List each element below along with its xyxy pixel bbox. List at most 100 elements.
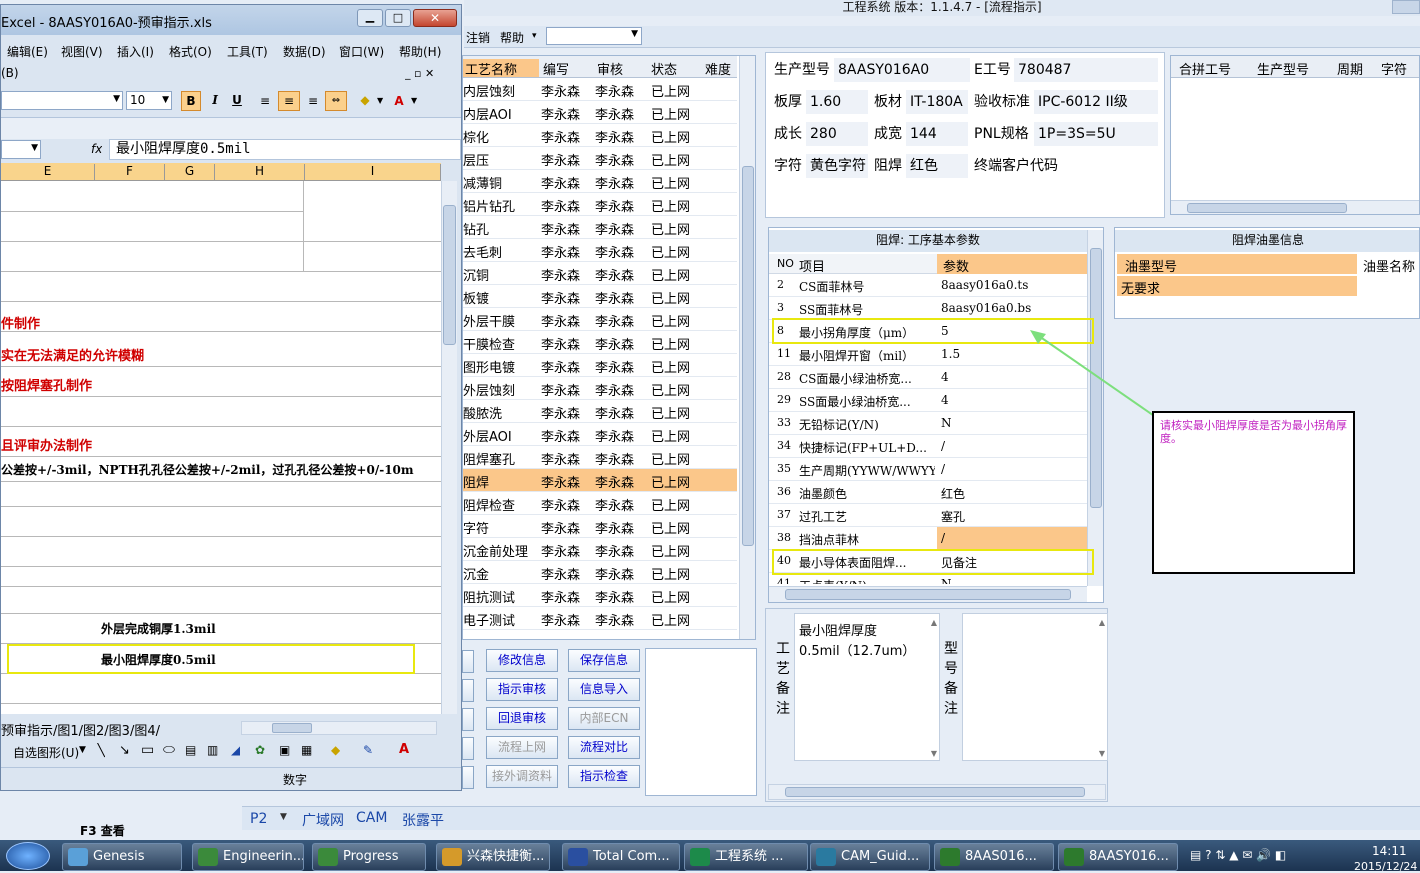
scrollbar-thumb[interactable] (785, 589, 1071, 600)
align-left-icon[interactable]: ≡ (255, 92, 275, 110)
excel-menu-item[interactable]: 编辑(E) (7, 43, 48, 60)
model-value[interactable]: 8AASY016A0 (834, 58, 970, 82)
align-center-icon[interactable]: ≡ (278, 91, 300, 111)
process-row[interactable]: 酸脓洗 李永森 李永森 已上网 (463, 400, 737, 423)
process-row[interactable]: 钻孔 李永森 李永森 已上网 (463, 216, 737, 239)
window-close-button[interactable] (1392, 0, 1420, 14)
menu-logout[interactable]: 注销 (466, 29, 490, 46)
process-row[interactable]: 板镀 李永森 李永森 已上网 (463, 285, 737, 308)
font-name-box[interactable]: ▼ (1, 91, 123, 110)
process-row[interactable]: 字符 李永森 李永森 已上网 (463, 515, 737, 538)
merge-hscrollbar[interactable] (1171, 200, 1419, 214)
process-remark-box[interactable]: 最小阻焊厚度 0.5mil（12.7um） ▲ ▼ (794, 613, 940, 761)
status-cam[interactable]: CAM (356, 810, 387, 826)
arrow-icon[interactable]: ↘ (119, 743, 130, 758)
process-row[interactable]: 干膜检查 李永森 李永森 已上网 (463, 331, 737, 354)
wordart-icon[interactable]: ◢ (231, 743, 240, 757)
process-row[interactable]: 铝片钻孔 李永森 李永森 已上网 (463, 193, 737, 216)
save-info-button[interactable]: 保存信息 (568, 649, 640, 672)
picture-icon[interactable]: ▦ (301, 743, 312, 757)
chevron-down-icon[interactable]: ▼ (280, 812, 287, 822)
column-header[interactable]: I (305, 164, 441, 180)
italic-icon[interactable]: I (205, 91, 225, 111)
excel-menu-item[interactable]: 帮助(H) (399, 43, 441, 60)
column-header[interactable]: G (165, 164, 215, 180)
process-row[interactable]: 阻抗测试 李永森 李永森 已上网 (463, 584, 737, 607)
status-user[interactable]: 张露平 (402, 810, 444, 830)
taskbar-item[interactable]: CAM_Guid... (810, 843, 930, 871)
process-row[interactable]: 沉铜 李永森 李永森 已上网 (463, 262, 737, 285)
process-row[interactable]: 阻焊塞孔 李永森 李永森 已上网 (463, 446, 737, 469)
taskbar-item[interactable]: Genesis (62, 843, 182, 871)
taskbar-item[interactable]: 8AASY016... (1058, 843, 1178, 871)
menu-help-arrow-icon[interactable]: ▾ (532, 31, 537, 41)
taskbar-item[interactable]: Engineerin... (192, 843, 304, 871)
excel-menu-item[interactable]: 插入(I) (117, 43, 154, 60)
merge-center-icon[interactable]: ⇔ (325, 91, 347, 111)
excel-menu-item[interactable]: 窗口(W) (339, 43, 384, 60)
process-col-2[interactable]: 审核 (597, 59, 623, 78)
modify-info-button[interactable]: 修改信息 (486, 649, 558, 672)
external-data-button[interactable]: 接外调资料 (486, 765, 558, 788)
align-right-icon[interactable]: ≡ (303, 92, 323, 110)
flow-online-button[interactable]: 流程上网 (486, 736, 558, 759)
scroll-up-icon[interactable]: ▲ (1099, 618, 1105, 627)
process-scrollbar[interactable] (739, 56, 755, 639)
process-col-0[interactable]: 工艺名称 (463, 59, 539, 77)
return-review-button[interactable]: 回退审核 (486, 707, 558, 730)
params-row[interactable]: 36 油墨颜色 红色 (769, 481, 1087, 504)
scrollbar-thumb[interactable] (742, 166, 754, 546)
taskbar-item[interactable]: 兴森快捷衡... (436, 843, 550, 871)
process-row[interactable]: 内层蚀刻 李永森 李永森 已上网 (463, 78, 737, 101)
minimize-icon[interactable]: ▁ (357, 9, 383, 27)
taskbar-item[interactable]: 工程系统 ... (684, 843, 808, 871)
scrollbar-thumb[interactable] (1187, 203, 1347, 213)
params-row[interactable]: 37 过孔工艺 塞孔 (769, 504, 1087, 527)
internal-ecn-button[interactable]: 内部ECN (568, 707, 640, 730)
params-hscrollbar[interactable] (769, 586, 1087, 602)
assign-review-button[interactable]: 指示审核 (486, 678, 558, 701)
process-row[interactable]: 阻焊检查 李永森 李永森 已上网 (463, 492, 737, 515)
scroll-down-icon[interactable]: ▼ (1099, 749, 1105, 758)
left-button-2[interactable] (462, 679, 474, 702)
font-color-icon[interactable]: A (399, 742, 409, 757)
menu-help[interactable]: 帮助 (500, 29, 524, 46)
process-row[interactable]: 内层AOI 李永森 李永森 已上网 (463, 101, 737, 124)
column-header[interactable]: F (95, 164, 165, 180)
underline-icon[interactable]: U (227, 91, 247, 111)
left-button-3[interactable] (462, 708, 474, 731)
font-color-icon[interactable]: A (389, 92, 409, 110)
excel-menu-item[interactable]: 数据(D) (283, 43, 326, 60)
excel-menu-item[interactable]: 工具(T) (227, 43, 268, 60)
scroll-down-icon[interactable]: ▼ (931, 749, 937, 758)
params-row[interactable]: 2 CS面菲林号 8aasy016a0.ts (769, 274, 1087, 297)
font-size-box[interactable]: 10 ▼ (126, 91, 172, 110)
chevron-down-icon[interactable]: ▼ (79, 745, 86, 755)
thickness-value[interactable]: 1.60 (806, 90, 868, 114)
standard-value[interactable]: IPC-6012 II级 (1034, 90, 1158, 114)
process-row[interactable]: 棕化 李永森 李永森 已上网 (463, 124, 737, 147)
params-row[interactable]: 34 快捷标记(FP+UL+D... / (769, 435, 1087, 458)
line-color-icon[interactable]: ✎ (363, 743, 373, 757)
process-row[interactable]: 阻焊 李永森 李永森 已上网 (463, 469, 737, 492)
remark-hscrollbar[interactable] (768, 784, 1106, 800)
taskbar-item[interactable]: Total Com... (562, 843, 680, 871)
chevron-down-icon[interactable]: ▼ (377, 92, 387, 110)
process-row[interactable]: 沉金 李永森 李永森 已上网 (463, 561, 737, 584)
line-icon[interactable]: ╲ (97, 743, 105, 758)
char-value[interactable]: 黄色字符 (806, 154, 868, 178)
import-info-button[interactable]: 信息导入 (568, 678, 640, 701)
status-p2[interactable]: P2 (250, 811, 267, 827)
left-button-1[interactable] (462, 650, 474, 673)
mask-value[interactable]: 红色 (906, 154, 968, 178)
scrollbar-thumb[interactable] (443, 205, 456, 345)
flow-compare-button[interactable]: 流程对比 (568, 736, 640, 759)
sheet-hscrollbar[interactable] (241, 721, 437, 735)
model-remark-box[interactable]: ▲ ▼ (962, 613, 1108, 761)
fill-color-icon[interactable]: ◆ (355, 92, 375, 110)
taskbar-item[interactable]: Progress (312, 843, 426, 871)
process-row[interactable]: 层压 李永森 李永森 已上网 (463, 147, 737, 170)
combo-box[interactable]: ▼ (546, 27, 642, 45)
name-box[interactable]: ▼ (1, 140, 41, 159)
process-row[interactable]: 外层AOI 李永森 李永森 已上网 (463, 423, 737, 446)
